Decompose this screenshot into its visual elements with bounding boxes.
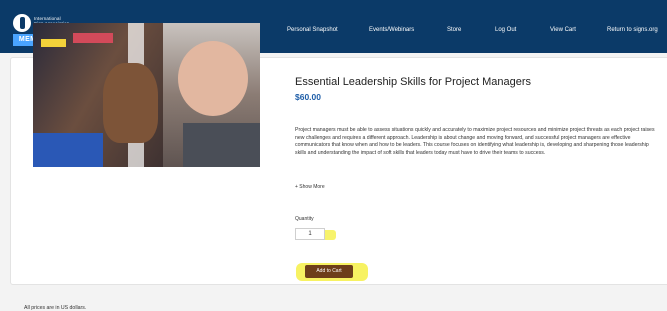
currency-note: All prices are in US dollars.	[24, 305, 87, 311]
nav-personal-snapshot[interactable]: Personal Snapshot	[287, 27, 338, 33]
nav-view-cart[interactable]: View Cart	[550, 27, 576, 33]
product-image	[33, 23, 260, 167]
quantity-input[interactable]	[295, 228, 325, 240]
product-title: Essential Leadership Skills for Project …	[295, 76, 532, 88]
isa-logo-icon	[13, 14, 31, 32]
nav-store[interactable]: Store	[447, 27, 461, 33]
nav-events-webinars[interactable]: Events/Webinars	[369, 27, 414, 33]
show-more-link[interactable]: + Show More	[295, 184, 325, 190]
product-price: $60.00	[295, 92, 321, 102]
nav-log-out[interactable]: Log Out	[495, 27, 516, 33]
add-to-cart-button[interactable]: Add to Cart	[305, 265, 353, 278]
nav-return-to-signs[interactable]: Return to signs.org	[607, 27, 658, 33]
product-description: Project managers must be able to assess …	[295, 127, 655, 156]
quantity-label: Quantity	[295, 216, 314, 222]
